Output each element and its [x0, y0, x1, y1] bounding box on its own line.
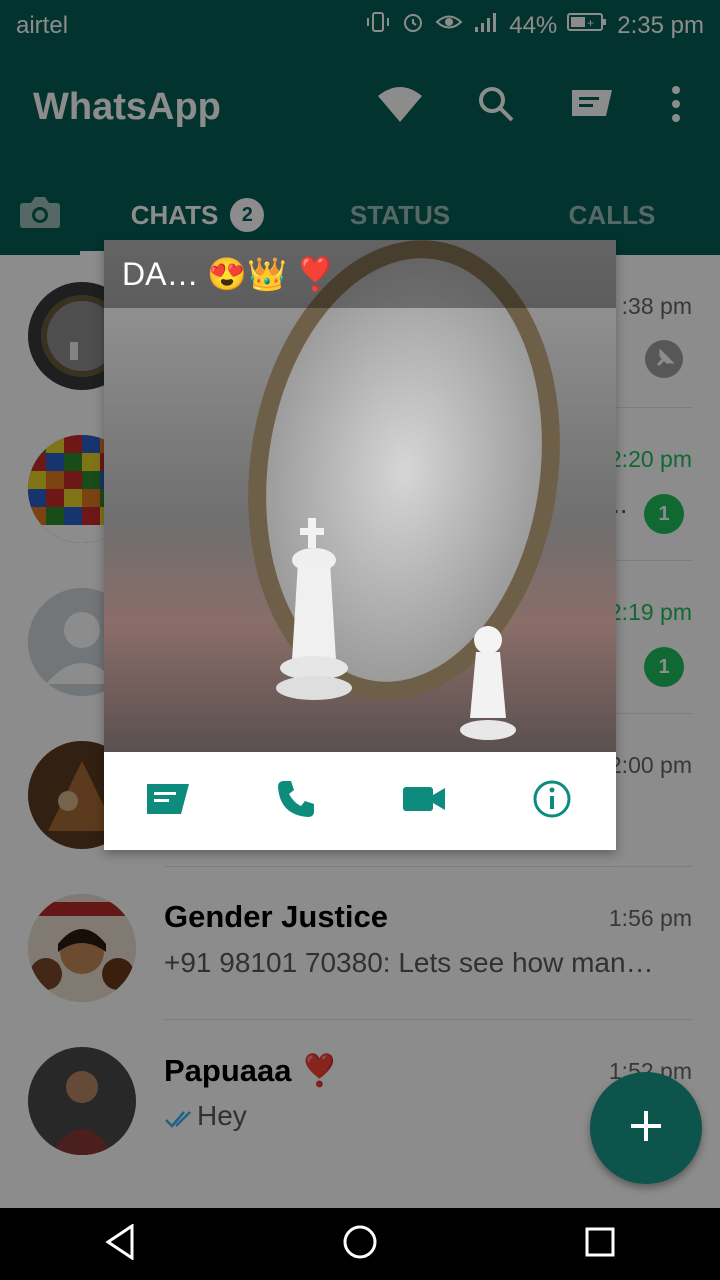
recents-button[interactable]	[570, 1214, 630, 1274]
message-icon	[145, 782, 191, 821]
video-call-icon	[402, 785, 446, 818]
recents-icon	[584, 1226, 616, 1263]
call-button[interactable]	[264, 769, 328, 833]
profile-photo[interactable]: DA… 😍👑 ❣️	[104, 240, 616, 752]
popup-actions	[104, 752, 616, 850]
video-call-button[interactable]	[392, 769, 456, 833]
system-nav-bar	[0, 1208, 720, 1280]
message-button[interactable]	[136, 769, 200, 833]
back-button[interactable]	[90, 1214, 150, 1274]
new-chat-fab[interactable]	[590, 1072, 702, 1184]
popup-title: DA… 😍👑 ❣️	[122, 256, 336, 292]
back-icon	[104, 1222, 136, 1265]
popup-title-bar: DA… 😍👑 ❣️	[104, 240, 616, 308]
info-button[interactable]	[520, 769, 584, 833]
profile-popup: DA… 😍👑 ❣️	[104, 240, 616, 850]
call-icon	[276, 779, 316, 824]
plus-icon	[629, 1109, 663, 1148]
home-button[interactable]	[330, 1214, 390, 1274]
home-icon	[342, 1224, 378, 1265]
info-icon	[532, 779, 572, 824]
